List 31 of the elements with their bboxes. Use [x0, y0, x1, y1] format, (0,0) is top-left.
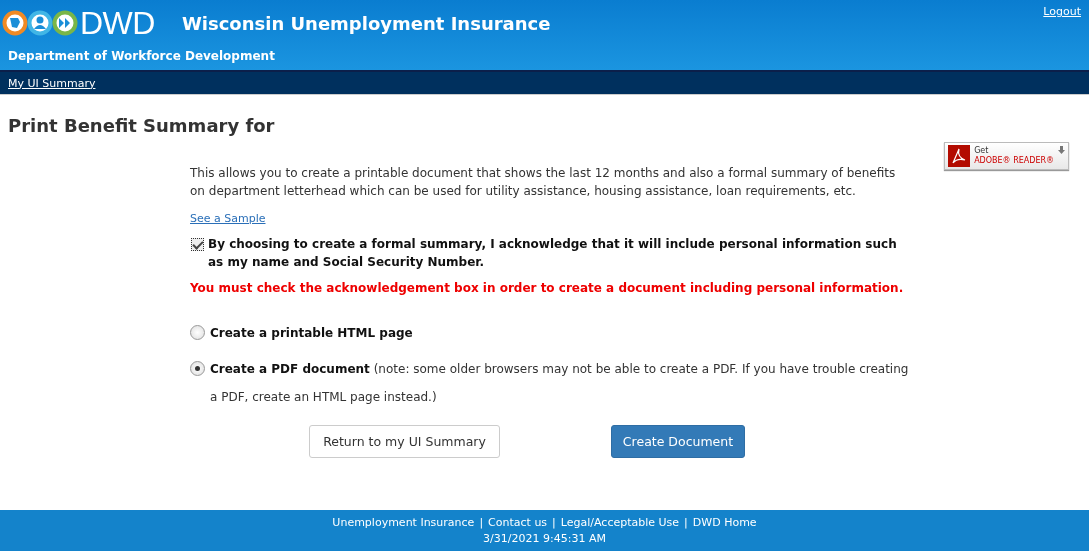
- logo-icon: [2, 10, 78, 36]
- nav-link[interactable]: My UI Summary: [8, 76, 96, 90]
- logo-text: DWD: [80, 7, 155, 39]
- radio-button[interactable]: [190, 361, 205, 376]
- page-title: Print Benefit Summary for: [8, 115, 276, 136]
- footer-link[interactable]: DWD Home: [692, 514, 757, 531]
- option-label: Create a printable HTML page: [210, 325, 414, 342]
- radio-button[interactable]: [190, 325, 205, 340]
- sample-link[interactable]: See a Sample: [190, 212, 266, 225]
- acknowledge-label: By choosing to create a formal summary, I acknowledge that it will include personal information such as my name and Social Security Number.: [208, 236, 898, 271]
- badge-text: ADOBE® READER®: [974, 156, 1054, 166]
- footer-link[interactable]: Contact us: [488, 514, 548, 531]
- timestamp: 3/31/2021 9:45:31 AM: [483, 530, 606, 547]
- download-icon: [1058, 146, 1065, 154]
- intro-paragraph: This allows you to create a printable document that shows the last 12 months and also a formal summary of benefits on department letterhead which can be used for utility assistance, housing assistance, loan requirements, etc.: [190, 165, 897, 200]
- acknowledge-checkbox[interactable]: [191, 238, 204, 251]
- badge-text: Get: [974, 146, 990, 156]
- site-title: Wisconsin Unemployment Insurance: [181, 12, 552, 34]
- return-button[interactable]: Return to my UI Summary: [309, 425, 500, 458]
- separator: |: [552, 514, 556, 531]
- create-document-button[interactable]: Create Document: [611, 425, 745, 458]
- footer-link[interactable]: Legal/Acceptable Use: [560, 514, 680, 531]
- option-label: Create a PDF document (note: some older browsers may not be able to create a PDF. If you have trouble creating a PDF, create an HTML page instead.): [210, 361, 910, 406]
- separator: |: [684, 514, 688, 531]
- department-name: Department of Workforce Development: [8, 49, 276, 63]
- adobe-reader-badge[interactable]: Get ADOBE® READER®: [944, 142, 1069, 170]
- logout-link[interactable]: Logout: [1043, 5, 1081, 18]
- error-message: You must check the acknowledgement box in order to create a document including personal information.: [190, 280, 905, 297]
- footer-link[interactable]: Unemployment Insurance: [332, 514, 475, 531]
- pdf-logo-icon: [948, 145, 971, 167]
- separator: |: [479, 514, 484, 531]
